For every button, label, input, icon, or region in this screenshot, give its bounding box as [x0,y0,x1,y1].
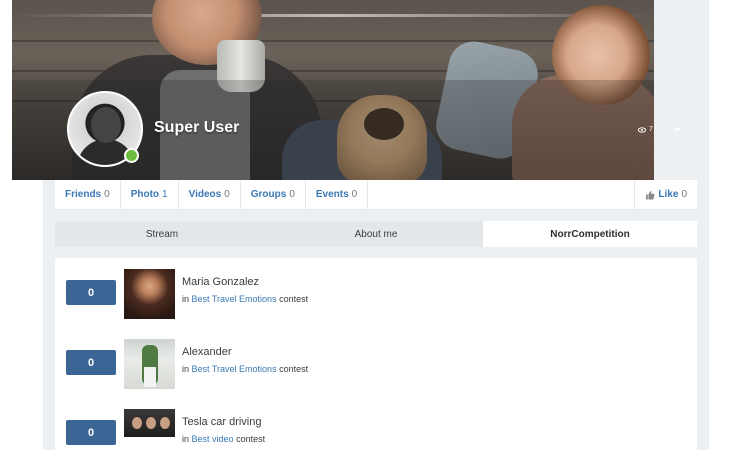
eye-icon [638,126,646,133]
entry-thumbnail[interactable] [124,409,175,437]
cover-stats: 7 [638,126,681,133]
tab-about-me[interactable]: About me [269,221,483,247]
profile-tabs: Stream About me NorrCompetition [55,221,697,247]
online-status-dot [124,148,139,163]
contest-link[interactable]: Best video [192,434,234,444]
entry-title[interactable]: Tesla car driving [182,416,261,428]
list-item: 0 Tesla car driving in Best video contes… [66,409,686,461]
entry-contest: in Best Travel Emotions contest [182,364,309,374]
entry-contest: in Best Travel Emotions contest [182,294,309,304]
contest-link[interactable]: Best Travel Emotions [192,364,277,374]
views-count: 7 [649,126,653,133]
list-item: 0 Alexander in Best Travel Emotions cont… [66,339,686,391]
entry-title[interactable]: Maria Gonzalez [182,276,259,288]
list-item: 0 Maria Gonzalez in Best Travel Emotions… [66,269,686,321]
vote-button[interactable]: 0 [66,280,116,305]
profile-name[interactable]: Super User [154,119,239,137]
avatar[interactable] [67,91,143,167]
views-stat: 7 [638,126,653,133]
tab-norrcompetition[interactable]: NorrCompetition [483,221,697,247]
thumbs-up-icon [646,190,655,199]
stat-events[interactable]: Events 0 [306,180,369,209]
stat-videos[interactable]: Videos 0 [179,180,241,209]
entry-contest: in Best video contest [182,434,266,444]
competition-list: 0 Maria Gonzalez in Best Travel Emotions… [55,258,697,458]
like-button[interactable]: Like 0 [634,180,697,209]
stat-photo[interactable]: Photo 1 [121,180,179,209]
share-icon [673,126,681,132]
vote-button[interactable]: 0 [66,420,116,445]
tab-stream[interactable]: Stream [55,221,269,247]
entry-title[interactable]: Alexander [182,346,232,358]
entry-thumbnail[interactable] [124,269,175,319]
stat-friends[interactable]: Friends 0 [55,180,121,209]
entry-thumbnail[interactable] [124,339,175,389]
stat-groups[interactable]: Groups 0 [241,180,306,209]
profile-stats-bar: Friends 0 Photo 1 Videos 0 Groups 0 Even… [55,180,697,210]
share-button[interactable] [673,126,681,133]
vote-button[interactable]: 0 [66,350,116,375]
contest-link[interactable]: Best Travel Emotions [192,294,277,304]
